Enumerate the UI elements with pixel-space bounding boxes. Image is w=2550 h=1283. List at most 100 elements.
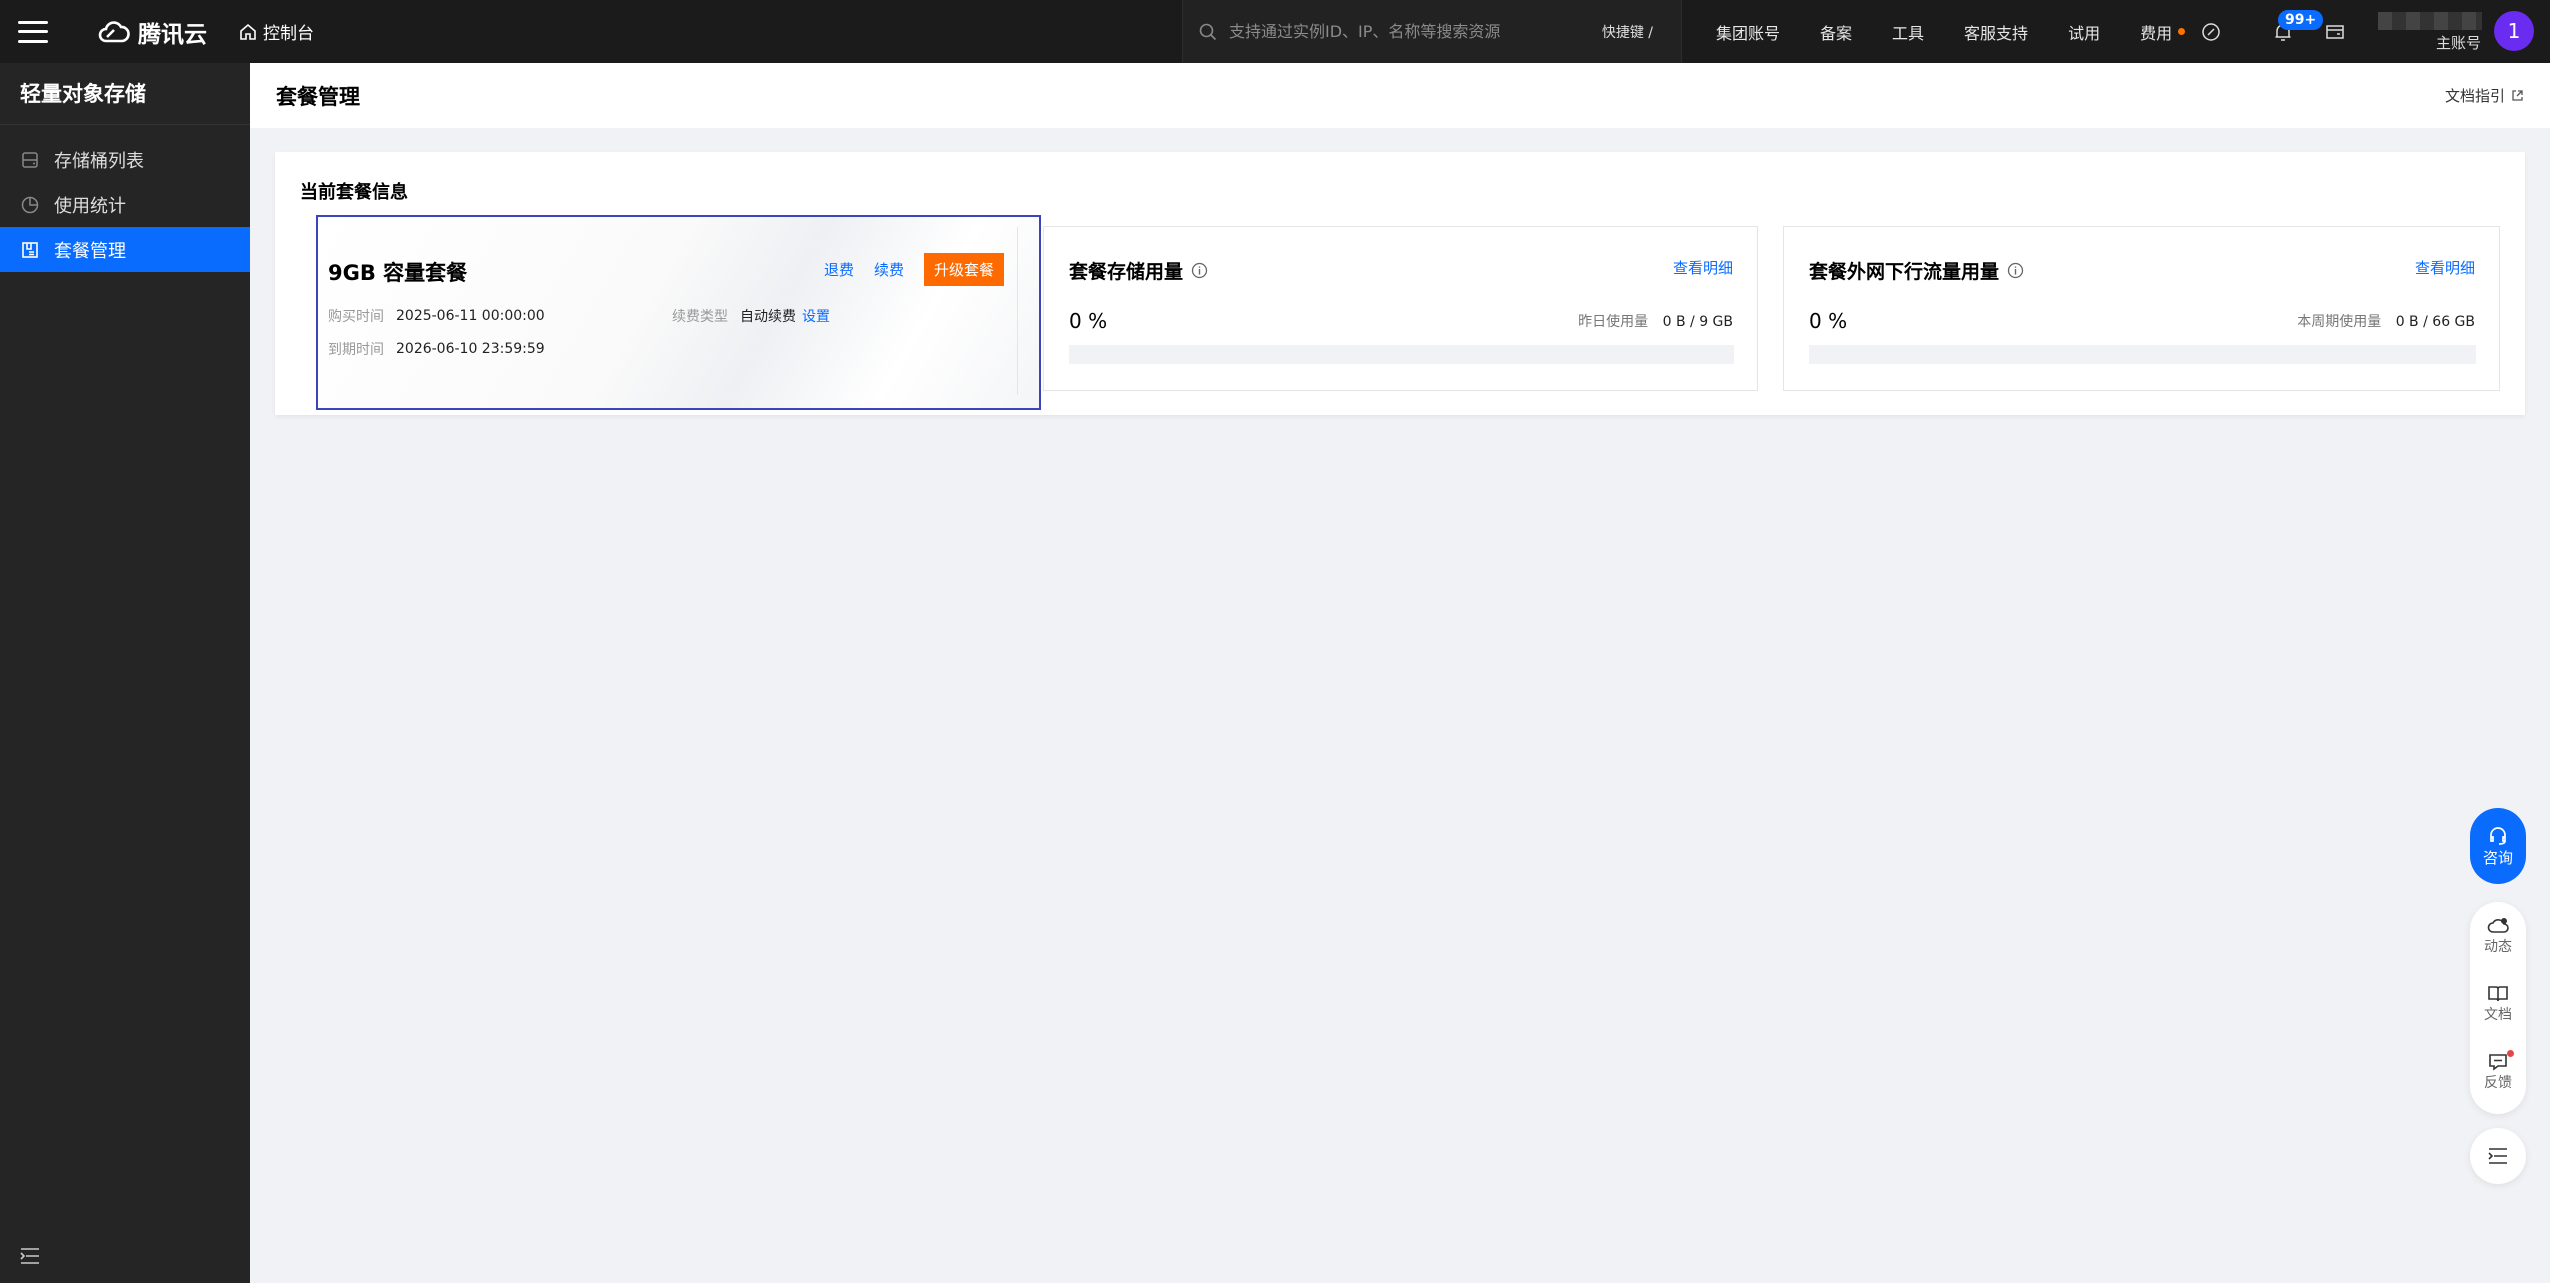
traffic-usage-title: 套餐外网下行流量用量 [1809,257,2024,284]
sidebar-item-label: 使用统计 [54,195,126,217]
console-link[interactable]: 控制台 [239,19,314,44]
storage-progress-bar [1069,345,1734,364]
purchase-time-row: 购买时间 2025-06-11 00:00:00 [328,306,551,326]
sidebar-item-package[interactable]: 套餐管理 [0,227,250,272]
floating-tool-group: 动态 文档 反馈 [2470,902,2526,1114]
info-icon[interactable] [1191,262,1208,279]
feedback-button[interactable]: 反馈 [2470,1038,2526,1106]
notification-badge: 99+ [2278,10,2324,30]
traffic-used: 本周期使用量 0 B / 66 GB [2297,311,2475,331]
top-bar: 腾讯云 控制台 快捷键 / 集团账号 备案 工具 客服支持 试用 费用 99+ … [0,0,2550,63]
collapse-icon [20,1248,39,1264]
upgrade-package-button[interactable]: 升级套餐 [924,253,1005,286]
workorder-button[interactable] [2320,0,2350,63]
storage-used: 昨日使用量 0 B / 9 GB [1578,311,1733,331]
storage-usage-panel: 套餐存储用量 查看明细 0 % 昨日使用量 0 B / 9 GB [1043,226,1758,391]
nav-billing-label: 费用 [2140,23,2173,43]
help-button[interactable] [2196,0,2226,63]
cloud-logo-icon [98,20,130,42]
storage-usage-title: 套餐存储用量 [1069,257,1208,284]
doc-guide-link[interactable]: 文档指引 [2445,85,2524,106]
nav-billing[interactable]: 费用 [2140,20,2186,44]
floating-menu-button[interactable] [2470,1128,2526,1184]
shortcut-hint: 快捷键 / [1601,24,1653,41]
package-name: 9GB 容量套餐 [328,261,468,285]
renew-type-row: 续费类型 自动续费 设置 [672,306,830,326]
sidebar: 轻量对象存储 存储桶列表 使用统计 套餐管理 [0,63,250,1283]
purchase-time-value: 2025-06-11 00:00:00 [396,308,545,324]
cloud-bell-icon [2487,918,2509,933]
storage-used-value: 0 B / 9 GB [1662,314,1733,330]
docs-button[interactable]: 文档 [2470,970,2526,1038]
renew-type-value: 自动续费 [740,309,796,325]
sidebar-title: 轻量对象存储 [0,63,250,125]
account-label: 主账号 [2436,34,2482,52]
traffic-progress-bar [1809,345,2476,364]
headset-icon [2490,826,2506,845]
traffic-percent: 0 % [1809,309,1848,333]
storage-usage-title-text: 套餐存储用量 [1069,261,1184,283]
nav-filing[interactable]: 备案 [1820,20,1852,44]
news-label: 动态 [2484,939,2512,955]
bucket-icon [22,151,38,168]
traffic-usage-title-text: 套餐外网下行流量用量 [1809,261,2000,283]
refund-link[interactable]: 退费 [824,259,854,280]
page-header: 套餐管理 文档指引 [250,63,2550,128]
home-icon [240,23,256,40]
nav-support[interactable]: 客服支持 [1964,20,2028,44]
account-area[interactable]: 主账号 1 [2378,0,2550,63]
billing-dot [2178,28,2186,35]
doc-guide-label: 文档指引 [2444,87,2505,105]
notification-button[interactable]: 99+ [2258,0,2324,63]
storage-percent: 0 % [1069,309,1108,333]
traffic-detail-link[interactable]: 查看明细 [2415,257,2475,278]
package-icon [22,241,38,258]
storage-detail-link[interactable]: 查看明细 [1673,257,1733,278]
page-title: 套餐管理 [276,84,360,109]
avatar[interactable]: 1 [2494,11,2534,51]
feedback-icon [2489,1054,2507,1071]
feedback-label: 反馈 [2484,1075,2512,1091]
menu-icon[interactable] [18,20,48,43]
search-input[interactable] [1229,22,1569,41]
renew-link[interactable]: 续费 [874,259,904,280]
nav-group-account[interactable]: 集团账号 [1716,20,1780,44]
nav-trial[interactable]: 试用 [2068,20,2100,44]
book-icon [2488,986,2508,1002]
consult-label: 咨询 [2482,848,2513,867]
storage-used-label: 昨日使用量 [1578,314,1649,330]
sidebar-collapse-button[interactable] [20,1247,40,1269]
sidebar-item-stats[interactable]: 使用统计 [0,182,250,227]
nav-tools[interactable]: 工具 [1892,20,1924,44]
ticket-icon [2326,24,2344,39]
brand-logo[interactable]: 腾讯云 [98,15,207,49]
compass-icon [2202,22,2220,41]
traffic-used-value: 0 B / 66 GB [2395,314,2475,330]
info-icon[interactable] [2007,262,2024,279]
card-title: 当前套餐信息 [300,182,408,203]
sidebar-item-label: 套餐管理 [54,240,126,262]
news-button[interactable]: 动态 [2470,902,2526,970]
sidebar-item-label: 存储桶列表 [54,150,144,172]
package-info-box: 9GB 容量套餐 退费 续费 升级套餐 购买时间 2025-06-11 00:0… [316,215,1041,410]
consult-button[interactable]: 咨询 [2470,808,2526,884]
renew-type-label: 续费类型 [672,309,728,325]
feedback-dot [2507,1050,2514,1057]
expire-time-row: 到期时间 2026-06-10 23:59:59 [328,339,551,359]
traffic-usage-panel: 套餐外网下行流量用量 查看明细 0 % 本周期使用量 0 B / 66 GB [1783,226,2500,391]
traffic-used-label: 本周期使用量 [2297,314,2382,330]
purchase-time-label: 购买时间 [328,309,384,325]
sidebar-item-buckets[interactable]: 存储桶列表 [0,137,250,182]
expire-time-value: 2026-06-10 23:59:59 [396,341,545,357]
renew-setting-link[interactable]: 设置 [802,306,830,326]
search-icon [1199,23,1217,40]
brand-name: 腾讯云 [138,21,207,48]
external-link-icon [2512,90,2523,101]
pie-icon [21,196,39,213]
docs-label: 文档 [2484,1007,2512,1023]
console-label: 控制台 [263,24,314,44]
top-nav: 集团账号 备案 工具 客服支持 试用 费用 [1716,0,2225,63]
package-actions: 退费 续费 升级套餐 [824,253,1005,286]
masked-username [2378,12,2482,30]
list-icon [2488,1148,2507,1164]
